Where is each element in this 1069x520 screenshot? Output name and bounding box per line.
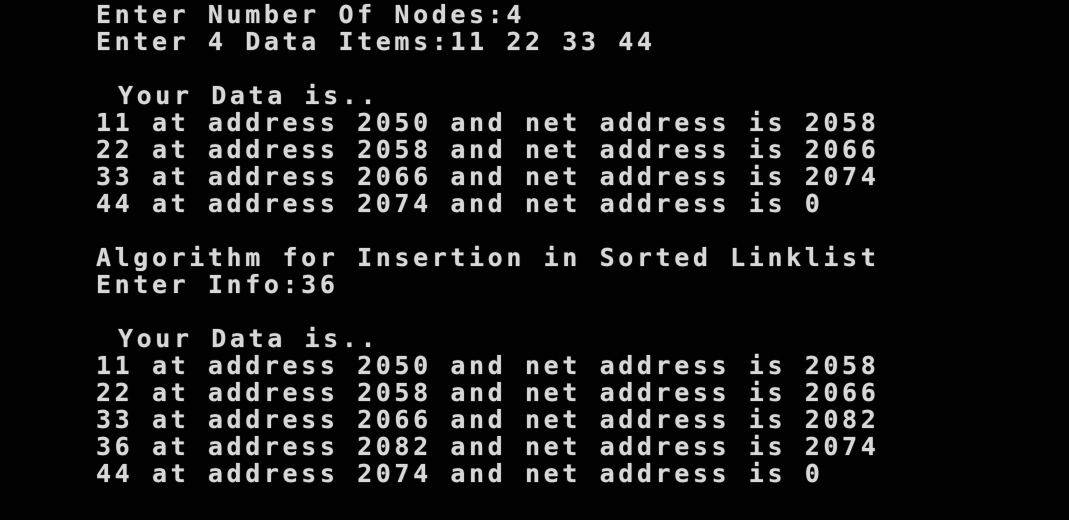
data-heading: Your Data is.. — [118, 324, 380, 353]
output-line: 22 at address 2058 and net address is 20… — [96, 378, 880, 407]
algorithm-heading: Algorithm for Insertion in Sorted Linkli… — [96, 243, 880, 272]
prompt-number-of-nodes: Enter Number Of Nodes:4 — [96, 0, 525, 29]
prompt-data-items: Enter 4 Data Items:11 22 33 44 — [96, 27, 656, 56]
output-line: 11 at address 2050 and net address is 20… — [96, 108, 880, 137]
output-line: 33 at address 2066 and net address is 20… — [96, 162, 880, 191]
output-line: 44 at address 2074 and net address is 0 — [96, 459, 824, 488]
output-line: 44 at address 2074 and net address is 0 — [96, 189, 824, 218]
output-line: 36 at address 2082 and net address is 20… — [96, 432, 880, 461]
data-heading: Your Data is.. — [118, 81, 380, 110]
output-line: 22 at address 2058 and net address is 20… — [96, 135, 880, 164]
console-window: Enter Number Of Nodes:4 Enter 4 Data Ite… — [0, 0, 1069, 520]
output-line: 33 at address 2066 and net address is 20… — [96, 405, 880, 434]
prompt-enter-info: Enter Info:36 — [96, 270, 339, 299]
output-line: 11 at address 2050 and net address is 20… — [96, 351, 880, 380]
